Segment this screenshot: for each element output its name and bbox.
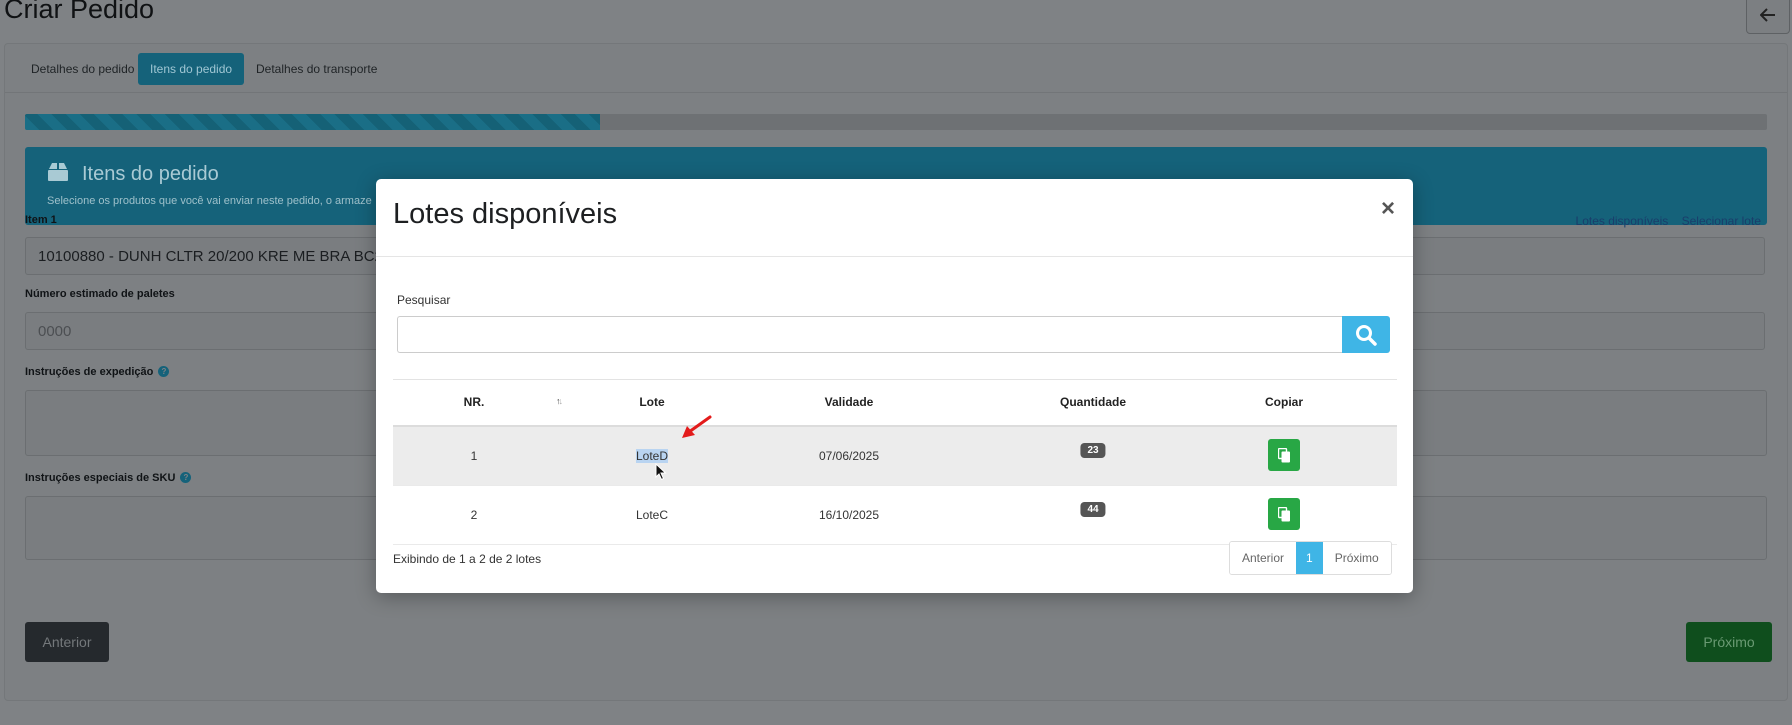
help-icon[interactable]: ? — [180, 472, 192, 483]
search-input[interactable] — [397, 316, 1342, 353]
pagination-info: Exibindo de 1 a 2 de 2 lotes — [393, 552, 542, 566]
row-lote: LoteD — [635, 449, 669, 463]
row-nr: 1 — [470, 449, 478, 463]
tab-detalhes-transporte[interactable]: Detalhes do transporte — [244, 53, 389, 85]
annotation-arrow-icon — [682, 415, 712, 438]
copy-icon — [1277, 447, 1290, 462]
pagination: Anterior 1 Próximo — [1229, 541, 1392, 575]
sort-icon[interactable]: ↑↓ — [556, 396, 563, 406]
modal-divider — [376, 256, 1413, 257]
sku-label: Instruções especiais de SKU? — [25, 472, 192, 484]
table-header: NR. ↑↓ Lote Validade Quantidade Copiar — [393, 379, 1397, 427]
row-lote: LoteC — [635, 508, 669, 522]
sku-label-text: Instruções especiais de SKU — [25, 472, 176, 484]
pagination-next[interactable]: Próximo — [1322, 542, 1391, 574]
search-button[interactable] — [1342, 316, 1390, 353]
back-button[interactable] — [1746, 0, 1790, 34]
search-icon — [1356, 324, 1377, 346]
banner-title: Itens do pedido — [82, 163, 219, 185]
modal-title: Lotes disponíveis — [393, 198, 618, 230]
copy-button[interactable] — [1268, 498, 1300, 530]
next-step-button[interactable]: Próximo — [1686, 622, 1772, 662]
item-select-value: 10100880 - DUNH CLTR 20/200 KRE ME BRA B… — [38, 248, 383, 265]
pallets-placeholder: 0000 — [38, 323, 72, 340]
copy-icon — [1277, 506, 1290, 521]
lotes-disponiveis-link[interactable]: Lotes disponíveis — [1576, 214, 1669, 228]
pallets-label: Número estimado de paletes — [25, 288, 175, 300]
col-validade[interactable]: Validade — [825, 395, 874, 409]
arrow-left-icon — [1760, 8, 1775, 22]
close-icon[interactable]: × — [1381, 195, 1395, 223]
page-title: Criar Pedido — [4, 0, 155, 24]
item-links: Lotes disponíveis Selecionar lote — [1566, 214, 1761, 228]
previous-step-button[interactable]: Anterior — [25, 622, 109, 662]
tab-detalhes-pedido[interactable]: Detalhes do pedido — [19, 53, 146, 85]
row-validade: 07/06/2025 — [818, 449, 880, 463]
item-label: Item 1 — [25, 214, 57, 226]
table-row[interactable]: 1 LoteD 07/06/2025 23 — [393, 427, 1397, 486]
box-icon — [48, 163, 68, 181]
quantity-badge: 23 — [1080, 443, 1106, 458]
shipping-label-text: Instruções de expedição — [25, 366, 154, 378]
col-nr[interactable]: NR. — [464, 395, 485, 409]
row-validade: 16/10/2025 — [818, 508, 880, 522]
table-row[interactable]: 2 LoteC 16/10/2025 44 — [393, 486, 1397, 545]
selecionar-lote-link[interactable]: Selecionar lote — [1682, 214, 1761, 228]
lotes-modal: Lotes disponíveis × Pesquisar NR. ↑↓ Lot… — [376, 179, 1413, 593]
banner-text: Selecione os produtos que você vai envia… — [47, 195, 372, 207]
pagination-prev[interactable]: Anterior — [1230, 542, 1297, 574]
tab-itens-pedido[interactable]: Itens do pedido — [138, 53, 245, 85]
mouse-cursor-icon — [655, 463, 667, 481]
row-nr: 2 — [470, 508, 478, 522]
search-label: Pesquisar — [397, 293, 451, 307]
progress-fill — [25, 114, 600, 130]
quantity-badge: 44 — [1080, 502, 1106, 517]
pagination-page[interactable]: 1 — [1296, 542, 1323, 574]
col-quantidade[interactable]: Quantidade — [1060, 395, 1126, 409]
col-lote[interactable]: Lote — [639, 395, 664, 409]
help-icon[interactable]: ? — [158, 366, 170, 377]
progress-bar — [25, 114, 1767, 130]
col-copiar: Copiar — [1264, 395, 1304, 409]
shipping-label: Instruções de expedição? — [25, 366, 170, 378]
copy-button[interactable] — [1268, 439, 1300, 471]
lotes-table: NR. ↑↓ Lote Validade Quantidade Copiar 1… — [393, 379, 1397, 545]
tab-bar: Detalhes do pedido Itens do pedido Detal… — [5, 44, 1787, 93]
